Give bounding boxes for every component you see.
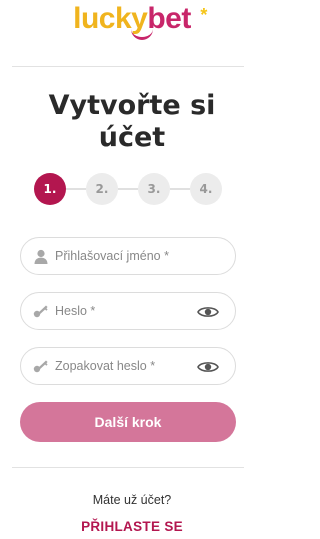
step-3: 3.	[138, 173, 170, 205]
logo-star-icon: *	[200, 5, 207, 25]
registration-stepper: 1. 2. 3. 4.	[34, 173, 224, 205]
have-account-text: Máte už účet?	[92, 493, 172, 507]
eye-icon[interactable]	[197, 359, 219, 375]
username-input[interactable]: Přihlašovací jméno *	[20, 237, 236, 275]
password-placeholder: Heslo *	[55, 304, 96, 318]
luckybet-logo[interactable]: luckybet *	[0, 2, 264, 44]
key-icon	[33, 303, 49, 319]
logo-smile-icon	[131, 28, 154, 40]
password-repeat-input[interactable]: Zopakovat heslo *	[20, 347, 236, 385]
logo-text-bet: bet	[147, 2, 191, 35]
bottom-divider	[12, 467, 244, 468]
step-4: 4.	[190, 173, 222, 205]
step-2: 2.	[86, 173, 118, 205]
top-divider	[12, 66, 244, 67]
page-title-line1: Vytvořte si	[48, 90, 216, 121]
login-link[interactable]: PŘIHLASTE SE	[0, 519, 264, 534]
password-repeat-placeholder: Zopakovat heslo *	[55, 359, 156, 373]
step-connector	[170, 188, 190, 190]
user-icon	[33, 248, 49, 264]
eye-icon[interactable]	[197, 304, 219, 320]
username-placeholder: Přihlašovací jméno *	[55, 249, 169, 263]
step-connector	[118, 188, 138, 190]
next-step-button[interactable]: Další krok	[20, 402, 236, 442]
step-1: 1.	[34, 173, 66, 205]
key-icon	[33, 358, 49, 374]
password-input[interactable]: Heslo *	[20, 292, 236, 330]
page-title-line2: účet	[98, 122, 166, 153]
logo-wordmark: luckybet *	[73, 2, 207, 40]
page-title: Vytvořte si účet	[0, 90, 264, 154]
step-connector	[66, 188, 86, 190]
